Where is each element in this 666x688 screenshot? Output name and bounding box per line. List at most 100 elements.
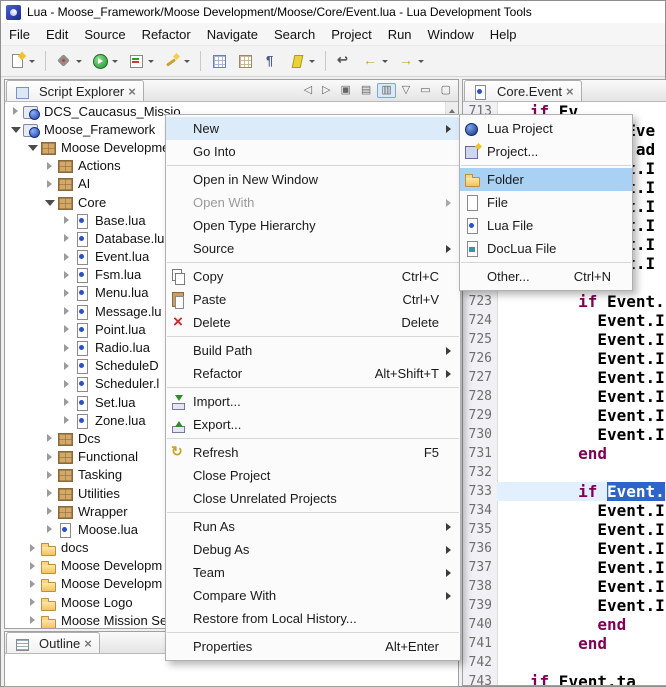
menu-item-doclua-file[interactable]: DocLua File — [460, 237, 632, 260]
new-table-button[interactable] — [207, 49, 231, 73]
menu-item-go-into[interactable]: Go Into — [166, 140, 460, 163]
back-button[interactable] — [358, 49, 392, 73]
menubar-item-source[interactable]: Source — [76, 25, 133, 44]
code-line[interactable]: 729 Event.I — [463, 406, 666, 425]
dropdown-arrow-icon[interactable] — [148, 60, 154, 63]
expand-arrow-icon[interactable] — [27, 560, 39, 572]
menu-item-copy[interactable]: CopyCtrl+C — [166, 265, 460, 288]
expand-arrow-icon[interactable] — [61, 323, 73, 335]
menu-item-close-unrelated-projects[interactable]: Close Unrelated Projects — [166, 487, 460, 510]
expand-arrow-icon[interactable] — [44, 505, 56, 517]
menubar-item-edit[interactable]: Edit — [38, 25, 76, 44]
expand-arrow-icon[interactable] — [61, 396, 73, 408]
collapse-arrow-icon[interactable] — [27, 141, 39, 153]
menu-item-delete[interactable]: DeleteDelete — [166, 311, 460, 334]
link-with-editor-icon[interactable]: ▥ — [377, 83, 395, 98]
external-tools-button[interactable] — [160, 49, 194, 73]
dropdown-arrow-icon[interactable] — [418, 60, 424, 63]
code-line[interactable]: 731 end — [463, 444, 666, 463]
view-forward-icon[interactable]: ▷ — [318, 83, 334, 98]
menu-item-project[interactable]: Project... — [460, 140, 632, 163]
code-line[interactable]: 724 Event.I — [463, 311, 666, 330]
code-line[interactable]: 742 — [463, 653, 666, 672]
dropdown-arrow-icon[interactable] — [184, 60, 190, 63]
menu-item-file[interactable]: File — [460, 191, 632, 214]
editor-tab-core-event[interactable]: Core.Event — [464, 80, 582, 101]
menu-item-run-as[interactable]: Run As — [166, 515, 460, 538]
menubar-item-navigate[interactable]: Navigate — [199, 25, 266, 44]
menubar-item-search[interactable]: Search — [266, 25, 323, 44]
expand-arrow-icon[interactable] — [61, 378, 73, 390]
last-edit-location-button[interactable] — [332, 49, 356, 73]
code-line[interactable]: 730 Event.I — [463, 425, 666, 444]
dropdown-arrow-icon[interactable] — [112, 60, 118, 63]
expand-arrow-icon[interactable] — [61, 269, 73, 281]
view-menu-icon[interactable]: ▽ — [398, 83, 414, 98]
close-icon[interactable] — [84, 636, 92, 651]
expand-arrow-icon[interactable] — [44, 451, 56, 463]
close-icon[interactable] — [128, 84, 136, 99]
run-button[interactable] — [88, 49, 122, 73]
menu-item-export[interactable]: Export... — [166, 413, 460, 436]
code-line[interactable]: 743 if Event.ta — [463, 672, 666, 685]
menu-item-open-with[interactable]: Open With — [166, 191, 460, 214]
expand-arrow-icon[interactable] — [44, 432, 56, 444]
expand-arrow-icon[interactable] — [44, 523, 56, 535]
code-line[interactable]: 739 Event.I — [463, 596, 666, 615]
expand-arrow-icon[interactable] — [44, 160, 56, 172]
code-line[interactable]: 732 — [463, 463, 666, 482]
code-line[interactable]: 728 Event.I — [463, 387, 666, 406]
menubar-item-project[interactable]: Project — [323, 25, 379, 44]
dropdown-arrow-icon[interactable] — [309, 60, 315, 63]
code-line[interactable]: 725 Event.I — [463, 330, 666, 349]
expand-arrow-icon[interactable] — [10, 105, 22, 117]
menu-item-lua-file[interactable]: Lua File — [460, 214, 632, 237]
code-line[interactable]: 741 end — [463, 634, 666, 653]
menu-item-import[interactable]: Import... — [166, 390, 460, 413]
menubar-item-run[interactable]: Run — [380, 25, 420, 44]
menu-item-lua-project[interactable]: Lua Project — [460, 117, 632, 140]
code-line[interactable]: 737 Event.I — [463, 558, 666, 577]
expand-arrow-icon[interactable] — [61, 214, 73, 226]
close-icon[interactable] — [566, 84, 574, 99]
expand-arrow-icon[interactable] — [61, 360, 73, 372]
menu-item-debug-as[interactable]: Debug As — [166, 538, 460, 561]
expand-arrow-icon[interactable] — [61, 305, 73, 317]
menu-item-refresh[interactable]: RefreshF5 — [166, 441, 460, 464]
minimize-icon[interactable]: ▭ — [416, 83, 434, 98]
code-line[interactable]: 738 Event.I — [463, 577, 666, 596]
new-wizard-button[interactable] — [5, 49, 39, 73]
menu-item-restore-from-local-history[interactable]: Restore from Local History... — [166, 607, 460, 630]
show-whitespace-button[interactable] — [259, 49, 283, 73]
menu-item-team[interactable]: Team — [166, 561, 460, 584]
code-line[interactable]: 726 Event.I — [463, 349, 666, 368]
expand-arrow-icon[interactable] — [61, 232, 73, 244]
expand-arrow-icon[interactable] — [27, 596, 39, 608]
menu-item-refactor[interactable]: RefactorAlt+Shift+T — [166, 362, 460, 385]
menu-item-properties[interactable]: PropertiesAlt+Enter — [166, 635, 460, 658]
menu-item-close-project[interactable]: Close Project — [166, 464, 460, 487]
collapse-all-icon[interactable]: ▣ — [337, 83, 355, 98]
menu-item-open-type-hierarchy[interactable]: Open Type Hierarchy — [166, 214, 460, 237]
expand-arrow-icon[interactable] — [44, 469, 56, 481]
maximize-icon[interactable]: ▢ — [437, 83, 455, 98]
expand-arrow-icon[interactable] — [61, 414, 73, 426]
menu-item-new[interactable]: New — [166, 117, 460, 140]
expand-arrow-icon[interactable] — [61, 342, 73, 354]
toggle-grid-button[interactable] — [233, 49, 257, 73]
code-line[interactable]: 733 if Event. — [463, 482, 666, 501]
menu-item-build-path[interactable]: Build Path — [166, 339, 460, 362]
menu-item-folder[interactable]: Folder — [460, 168, 632, 191]
mark-occurrences-button[interactable] — [285, 49, 319, 73]
view-back-icon[interactable]: ◁ — [300, 83, 316, 98]
code-line[interactable]: 735 Event.I — [463, 520, 666, 539]
expand-arrow-icon[interactable] — [61, 251, 73, 263]
coverage-button[interactable] — [124, 49, 158, 73]
code-line[interactable]: 736 Event.I — [463, 539, 666, 558]
dropdown-arrow-icon[interactable] — [382, 60, 388, 63]
menubar-item-window[interactable]: Window — [420, 25, 482, 44]
expand-arrow-icon[interactable] — [61, 287, 73, 299]
code-line[interactable]: 727 Event.I — [463, 368, 666, 387]
debug-button[interactable] — [52, 49, 86, 73]
menubar-item-help[interactable]: Help — [482, 25, 525, 44]
